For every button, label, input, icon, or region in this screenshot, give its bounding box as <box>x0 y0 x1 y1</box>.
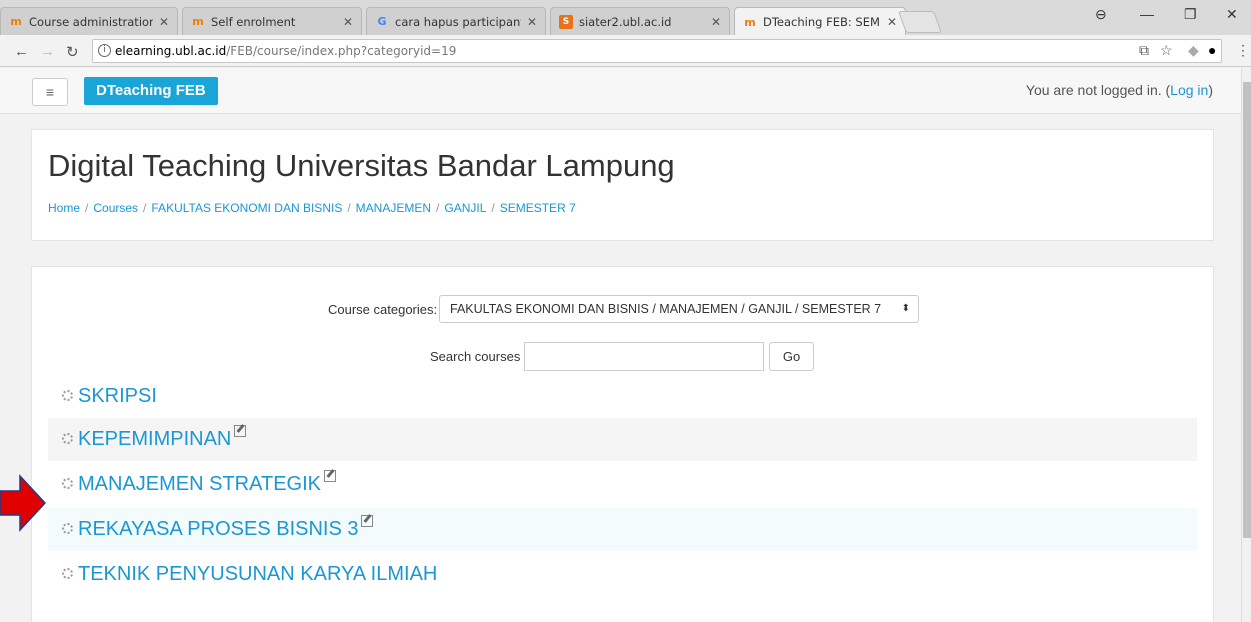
moodle-icon: m <box>744 15 756 29</box>
url-host: elearning.ubl.ac.id <box>115 44 227 58</box>
breadcrumb-faculty[interactable]: FAKULTAS EKONOMI DAN BISNIS <box>151 201 342 215</box>
close-icon[interactable]: ✕ <box>527 15 537 29</box>
edit-icon[interactable] <box>324 470 336 482</box>
moodle-icon: m <box>192 15 204 28</box>
course-link[interactable]: REKAYASA PROSES BISNIS 3 <box>78 518 358 540</box>
tab-dteaching-feb[interactable]: m DTeaching FEB: SEMESTE ✕ <box>734 7 906 36</box>
course-icon <box>62 390 73 401</box>
course-icon <box>62 568 73 579</box>
tab-title: DTeaching FEB: SEMESTE <box>763 15 881 29</box>
scrollbar-thumb[interactable] <box>1243 82 1251 538</box>
breadcrumb-term[interactable]: GANJIL <box>444 201 486 215</box>
category-select[interactable]: FAKULTAS EKONOMI DAN BISNIS / MANAJEMEN … <box>439 295 919 323</box>
menu-kebab-icon[interactable]: ⋮ <box>1236 42 1250 59</box>
restore-icon[interactable]: ❐ <box>1184 6 1197 23</box>
course-link[interactable]: SKRIPSI <box>78 385 157 407</box>
tab-course-administration[interactable]: m Course administration ✕ <box>0 7 178 35</box>
moodle-navbar: ≡ DTeaching FEB You are not logged in. (… <box>0 68 1241 114</box>
extension-circle-icon[interactable]: ● <box>1208 42 1216 58</box>
forward-icon[interactable]: → <box>40 43 55 60</box>
category-select-value: FAKULTAS EKONOMI DAN BISNIS / MANAJEMEN … <box>450 302 882 316</box>
course-icon <box>62 523 73 534</box>
select-arrows-icon: ⬍ <box>901 303 910 314</box>
tab-title: Self enrolment <box>211 14 296 29</box>
course-link[interactable]: KEPEMIMPINAN <box>78 428 231 450</box>
window-close-icon[interactable]: ✕ <box>1226 6 1238 23</box>
minimize-icon[interactable]: — <box>1140 6 1154 22</box>
course-category-panel: Course categories: FAKULTAS EKONOMI DAN … <box>31 266 1214 622</box>
tab-google-search[interactable]: G cara hapus participant di ✕ <box>366 7 546 35</box>
course-item[interactable]: MANAJEMEN STRATEGIK <box>48 463 1197 506</box>
close-icon[interactable]: ✕ <box>159 15 169 29</box>
page-header: Digital Teaching Universitas Bandar Lamp… <box>31 129 1214 241</box>
tab-self-enrolment[interactable]: m Self enrolment ✕ <box>182 7 362 35</box>
course-item[interactable]: KEPEMIMPINAN <box>48 418 1197 461</box>
tab-siater2[interactable]: S siater2.ubl.ac.id ✕ <box>550 7 730 35</box>
site-icon: S <box>559 14 573 29</box>
moodle-icon: m <box>10 15 22 28</box>
tab-title: siater2.ubl.ac.id <box>579 14 672 29</box>
course-icon <box>62 433 73 444</box>
close-icon[interactable]: ✕ <box>887 15 897 29</box>
web-page: ≡ DTeaching FEB You are not logged in. (… <box>0 68 1241 622</box>
edit-icon[interactable] <box>234 425 247 437</box>
vertical-scrollbar[interactable] <box>1241 68 1251 622</box>
go-button[interactable]: Go <box>769 342 814 371</box>
site-brand[interactable]: DTeaching FEB <box>84 77 218 105</box>
breadcrumb-semester[interactable]: SEMESTER 7 <box>500 201 576 215</box>
search-courses-label: Search courses <box>430 349 521 364</box>
url-path: /FEB/course/index.php?categoryid=19 <box>226 44 457 58</box>
tab-title: Course administration <box>29 14 153 29</box>
red-arrow-icon <box>0 474 46 532</box>
login-close-paren: ) <box>1208 82 1213 98</box>
reload-icon[interactable]: ↻ <box>66 43 79 61</box>
course-link[interactable]: TEKNIK PENYUSUNAN KARYA ILMIAH <box>78 563 437 585</box>
login-info: You are not logged in. (Log in) <box>1026 82 1213 98</box>
tab-title: cara hapus participant di <box>395 14 521 29</box>
google-icon: G <box>377 15 387 28</box>
back-icon[interactable]: ← <box>14 43 29 60</box>
login-text: You are not logged in. ( <box>1025 82 1171 98</box>
categories-label: Course categories: <box>328 302 438 317</box>
address-bar[interactable]: i elearning.ubl.ac.id/FEB/course/index.p… <box>92 39 1222 63</box>
login-link[interactable]: Log in <box>1170 82 1208 98</box>
breadcrumb-department[interactable]: MANAJEMEN <box>356 201 431 215</box>
bookmark-star-icon[interactable]: ☆ <box>1160 42 1173 59</box>
breadcrumb-home[interactable]: Home <box>48 201 80 215</box>
edit-icon[interactable] <box>361 515 374 527</box>
browser-tabstrip: m Course administration ✕ m Self enrolme… <box>0 0 1251 36</box>
info-icon[interactable]: i <box>98 44 111 57</box>
search-courses-input[interactable] <box>524 342 764 371</box>
course-item[interactable]: TEKNIK PENYUSUNAN KARYA ILMIAH <box>48 553 1197 596</box>
course-link[interactable]: MANAJEMEN STRATEGIK <box>78 473 321 495</box>
translate-icon[interactable]: ⧉ <box>1139 42 1149 59</box>
course-icon <box>62 478 73 489</box>
close-icon[interactable]: ✕ <box>343 15 353 29</box>
profile-icon[interactable]: ⊖ <box>1095 6 1107 23</box>
course-item[interactable]: SKRIPSI <box>48 375 1197 418</box>
close-icon[interactable]: ✕ <box>711 15 721 29</box>
extension-icon[interactable]: ◆ <box>1188 42 1199 59</box>
new-tab-button[interactable] <box>897 11 943 33</box>
page-title: Digital Teaching Universitas Bandar Lamp… <box>48 148 675 183</box>
course-item[interactable]: REKAYASA PROSES BISNIS 3 <box>48 508 1197 551</box>
breadcrumb-courses[interactable]: Courses <box>93 201 138 215</box>
hamburger-menu-icon[interactable]: ≡ <box>32 78 68 106</box>
breadcrumb: Home / Courses / FAKULTAS EKONOMI DAN BISNIS… <box>48 201 576 215</box>
